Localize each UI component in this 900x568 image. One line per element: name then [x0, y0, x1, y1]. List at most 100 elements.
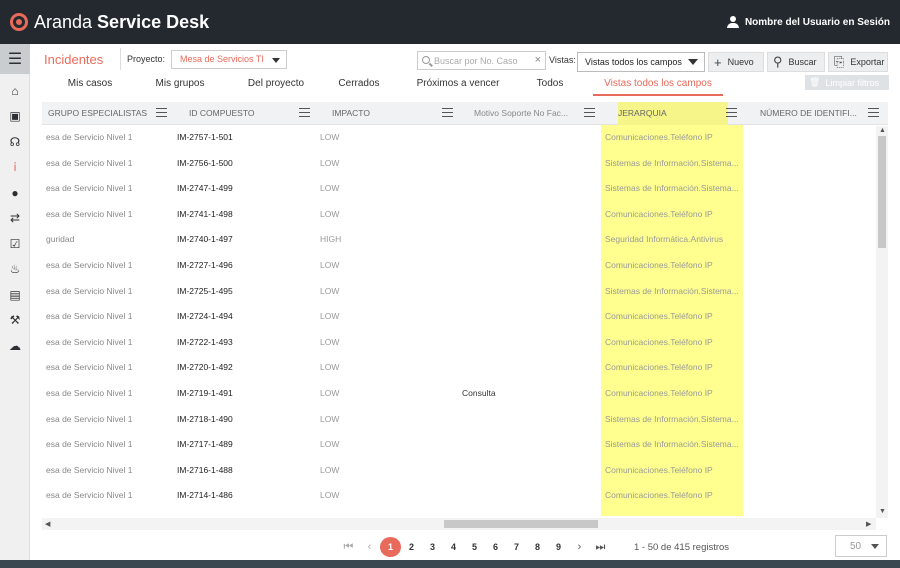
scroll-left-icon[interactable]: ◀: [45, 520, 50, 528]
page-button[interactable]: 5: [464, 537, 485, 557]
tab-del-proyecto[interactable]: Del proyecto: [234, 74, 318, 96]
table-cell: LOW: [320, 464, 340, 475]
table-cell: LOW: [320, 208, 340, 219]
table-cell: esa de Servicio Nivel 1: [46, 336, 133, 347]
project-select[interactable]: Mesa de Servicios TI: [171, 49, 288, 69]
table-cell: Sistemas de Información.Sistema...: [605, 285, 739, 296]
export-button[interactable]: ⎘ Exportar: [828, 52, 888, 72]
search-icon: [422, 56, 430, 64]
table-cell: esa de Servicio Nivel 1: [46, 208, 133, 219]
home-icon[interactable]: ⌂: [0, 78, 30, 104]
column-header[interactable]: NÚMERO DE IDENTIFI...: [760, 102, 862, 125]
column-header[interactable]: IMPACTO: [332, 102, 442, 125]
headset-icon[interactable]: ☊: [0, 129, 30, 155]
page-header: Incidentes Proyecto: Mesa de Servicios T…: [30, 44, 900, 74]
menu-icon[interactable]: ☰: [0, 44, 30, 74]
incident-icon[interactable]: ⅰ: [0, 155, 30, 181]
clear-filters-button[interactable]: 🗑 Limpiar filtros: [805, 75, 889, 90]
table-row[interactable]: esa de Servicio Nivel 1 IM-2727-1-496 LOW C…: [42, 253, 876, 279]
chevron-down-icon: [871, 544, 879, 549]
column-header[interactable]: GRUPO ESPECIALISTAS: [48, 102, 168, 125]
brand-logo[interactable]: Aranda Service Desk: [10, 12, 209, 33]
table-cell: esa de Servicio Nivel 1: [46, 413, 133, 424]
table-row[interactable]: esa de Servicio Nivel 1 IM-2716-1-488 LOW C…: [42, 458, 876, 484]
scroll-right-icon[interactable]: ▶: [866, 520, 871, 528]
table-cell: esa de Servicio Nivel 1: [46, 464, 133, 475]
last-page-icon[interactable]: ⏭: [590, 537, 611, 557]
tab-mis-grupos[interactable]: Mis grupos: [144, 74, 216, 96]
search-input[interactable]: Buscar por No. Caso ×: [417, 51, 546, 70]
column-menu-icon[interactable]: [442, 108, 453, 117]
tab-todos[interactable]: Todos: [526, 74, 574, 96]
book-icon[interactable]: ▤: [0, 282, 30, 308]
table-cell: Seguridad Informática.Antivirus: [605, 234, 724, 245]
top-bar: Aranda Service Desk Nombre del Usuario e…: [0, 0, 900, 44]
column-header[interactable]: ID COMPUESTO: [189, 102, 299, 125]
new-button[interactable]: + Nuevo: [708, 52, 764, 72]
horizontal-scrollbar[interactable]: ◀ ▶: [42, 518, 876, 530]
grid-header: GRUPO ESPECIALISTAS ID COMPUESTO IMPACTO…: [42, 102, 888, 125]
column-menu-icon[interactable]: [726, 108, 737, 117]
column-header[interactable]: JERARQUIA: [618, 102, 728, 125]
page-button[interactable]: 6: [485, 537, 506, 557]
table-row[interactable]: esa de Servicio Nivel 1 IM-2717-1-489 LOW S…: [42, 432, 876, 458]
page-button[interactable]: 8: [527, 537, 548, 557]
scroll-down-icon[interactable]: ▼: [879, 508, 886, 515]
alarm-icon[interactable]: ♨: [0, 257, 30, 283]
close-icon[interactable]: ×: [535, 54, 541, 66]
page-title: Incidentes: [44, 51, 104, 67]
table-row[interactable]: esa de Servicio Nivel 1 IM-2747-1-499 LOW S…: [42, 176, 876, 202]
page-button[interactable]: 2: [401, 537, 422, 557]
page-button[interactable]: 1: [380, 537, 401, 557]
per-page-select[interactable]: 50: [835, 535, 887, 557]
search-button[interactable]: ⚲ Buscar: [767, 52, 825, 72]
table-row[interactable]: esa de Servicio Nivel 1 IM-2725-1-495 LOW S…: [42, 279, 876, 305]
table-row[interactable]: esa de Servicio Nivel 1 IM-2718-1-490 LOW S…: [42, 407, 876, 433]
tab-vistas-todos-los-campos[interactable]: Vistas todos los campos: [593, 74, 723, 96]
tab-mis-casos[interactable]: Mis casos: [60, 74, 120, 96]
page-button[interactable]: 3: [422, 537, 443, 557]
column-menu-icon[interactable]: [156, 108, 167, 117]
vertical-scrollbar[interactable]: ▲ ▼: [876, 126, 888, 518]
tools-icon[interactable]: ⚒: [0, 308, 30, 334]
tab-proximos-a-vencer[interactable]: Próximos a vencer: [408, 74, 508, 96]
scroll-up-icon[interactable]: ▲: [879, 127, 886, 134]
table-row[interactable]: esa de Servicio Nivel 1 IM-2724-1-494 LOW C…: [42, 304, 876, 330]
views-select[interactable]: Vistas todos los campos: [577, 52, 705, 72]
refresh-icon[interactable]: ⇄: [0, 206, 30, 232]
brand-name-bold: Service Desk: [97, 11, 210, 32]
table-cell: Comunicaciones.Teléfono IP: [605, 362, 713, 373]
table-row[interactable]: esa de Servicio Nivel 1 IM-2756-1-500 LOW S…: [42, 151, 876, 177]
column-menu-icon[interactable]: [868, 108, 879, 117]
table-row[interactable]: esa de Servicio Nivel 1 IM-2714-1-486 LOW C…: [42, 483, 876, 509]
first-page-icon[interactable]: ⏮: [338, 537, 359, 557]
project-value: Mesa de Servicios TI: [180, 54, 264, 64]
prev-page-icon[interactable]: ‹: [359, 537, 380, 557]
next-page-icon[interactable]: ›: [569, 537, 590, 557]
save-icon[interactable]: ▣: [0, 104, 30, 130]
table-row[interactable]: esa de Servicio Nivel 1 IM-2757-1-501 LOW C…: [42, 125, 876, 151]
table-row[interactable]: esa de Servicio Nivel 1 IM-2720-1-492 LOW C…: [42, 355, 876, 381]
table-cell: esa de Servicio Nivel 1: [46, 490, 133, 501]
vertical-scroll-thumb[interactable]: [878, 136, 886, 248]
records-summary: 1 - 50 de 415 registros: [634, 542, 730, 553]
page-button[interactable]: 9: [548, 537, 569, 557]
chat-icon[interactable]: ☁: [0, 333, 30, 359]
table-row[interactable]: esa de Servicio Nivel 1 IM-2719-1-491 LOW C…: [42, 381, 876, 407]
table-row[interactable]: esa de Servicio Nivel 1 IM-2741-1-498 LOW C…: [42, 202, 876, 228]
column-menu-icon[interactable]: [584, 108, 595, 117]
checklist-icon[interactable]: ☑: [0, 231, 30, 257]
table-cell: Comunicaciones.Teléfono IP: [605, 259, 713, 270]
column-header[interactable]: Motivo Soporte No Fac...: [474, 102, 579, 125]
table-cell: LOW: [320, 157, 340, 168]
drop-icon[interactable]: ●: [0, 180, 30, 206]
user-menu[interactable]: Nombre del Usuario en Sesión: [726, 16, 890, 28]
table-cell: LOW: [320, 311, 340, 322]
page-button[interactable]: 7: [506, 537, 527, 557]
tab-cerrados[interactable]: Cerrados: [332, 74, 386, 96]
table-row[interactable]: guridad IM-2740-1-497 HIGH Seguridad Inform…: [42, 227, 876, 253]
table-row[interactable]: esa de Servicio Nivel 1 IM-2722-1-493 LOW C…: [42, 330, 876, 356]
page-button[interactable]: 4: [443, 537, 464, 557]
column-menu-icon[interactable]: [299, 108, 310, 117]
horizontal-scroll-thumb[interactable]: [444, 520, 598, 528]
